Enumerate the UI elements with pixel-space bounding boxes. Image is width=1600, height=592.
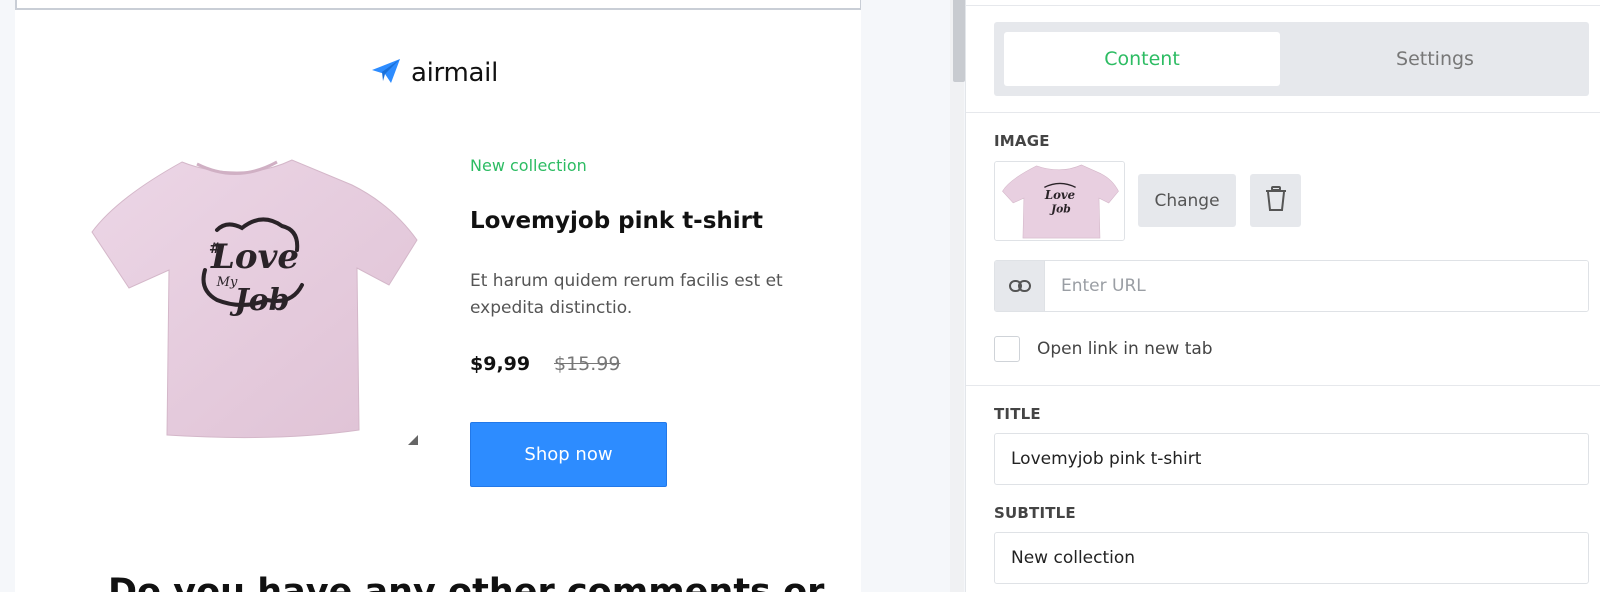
svg-text:Job: Job — [1049, 203, 1071, 216]
panel-tabs: Content Settings — [994, 22, 1589, 96]
shop-now-button[interactable]: Shop now — [470, 422, 667, 487]
tshirt-image[interactable]: Love My Job # — [77, 150, 437, 460]
svg-text:Job: Job — [229, 283, 289, 318]
canvas-scrollbar-track[interactable] — [950, 0, 964, 592]
image-thumbnail[interactable]: Love Job — [994, 161, 1125, 241]
logo-text: airmail — [411, 58, 498, 88]
trash-icon — [1265, 185, 1287, 216]
delete-image-button[interactable] — [1250, 174, 1301, 227]
product-old-price: $15.99 — [554, 353, 621, 375]
image-section-label: IMAGE — [994, 132, 1050, 150]
product-title: Lovemyjob pink t-shirt — [470, 208, 764, 234]
url-field-group — [994, 260, 1589, 312]
open-new-tab-checkbox[interactable] — [994, 336, 1020, 362]
properties-panel: Content Settings IMAGE Love Job Change E… — [965, 0, 1600, 592]
airmail-logo: airmail — [371, 57, 498, 89]
subtitle-input[interactable] — [994, 532, 1589, 584]
url-input[interactable] — [1045, 261, 1588, 311]
email-canvas: airmail Love My Job # New collection Lov… — [0, 0, 935, 592]
product-description: Et harum quidem rerum facilis est et exp… — [470, 271, 783, 318]
next-block-heading: Do you have any other comments or — [108, 572, 825, 592]
tab-content[interactable]: Content — [1004, 32, 1280, 86]
product-subtitle: New collection — [470, 156, 587, 175]
panel-divider-top — [966, 5, 1600, 6]
svg-text:Love: Love — [1044, 188, 1075, 202]
panel-divider — [966, 112, 1600, 113]
panel-divider — [966, 385, 1600, 386]
paper-plane-icon — [371, 57, 401, 89]
email-body: airmail Love My Job # New collection Lov… — [15, 0, 861, 592]
change-image-button[interactable]: Change — [1138, 174, 1236, 227]
canvas-scrollbar-thumb[interactable] — [953, 0, 965, 82]
tab-settings[interactable]: Settings — [1290, 32, 1580, 86]
subtitle-section-label: SUBTITLE — [994, 504, 1076, 522]
link-icon — [1008, 277, 1031, 296]
product-price: $9,99 — [470, 353, 531, 375]
open-new-tab-label: Open link in new tab — [1037, 339, 1213, 359]
title-input[interactable] — [994, 433, 1589, 485]
title-section-label: TITLE — [994, 405, 1041, 423]
svg-text:#: # — [209, 241, 221, 257]
previous-block[interactable] — [15, 0, 861, 10]
link-icon-box — [995, 261, 1045, 311]
svg-text:Love: Love — [210, 237, 299, 277]
resize-handle[interactable] — [408, 435, 418, 445]
